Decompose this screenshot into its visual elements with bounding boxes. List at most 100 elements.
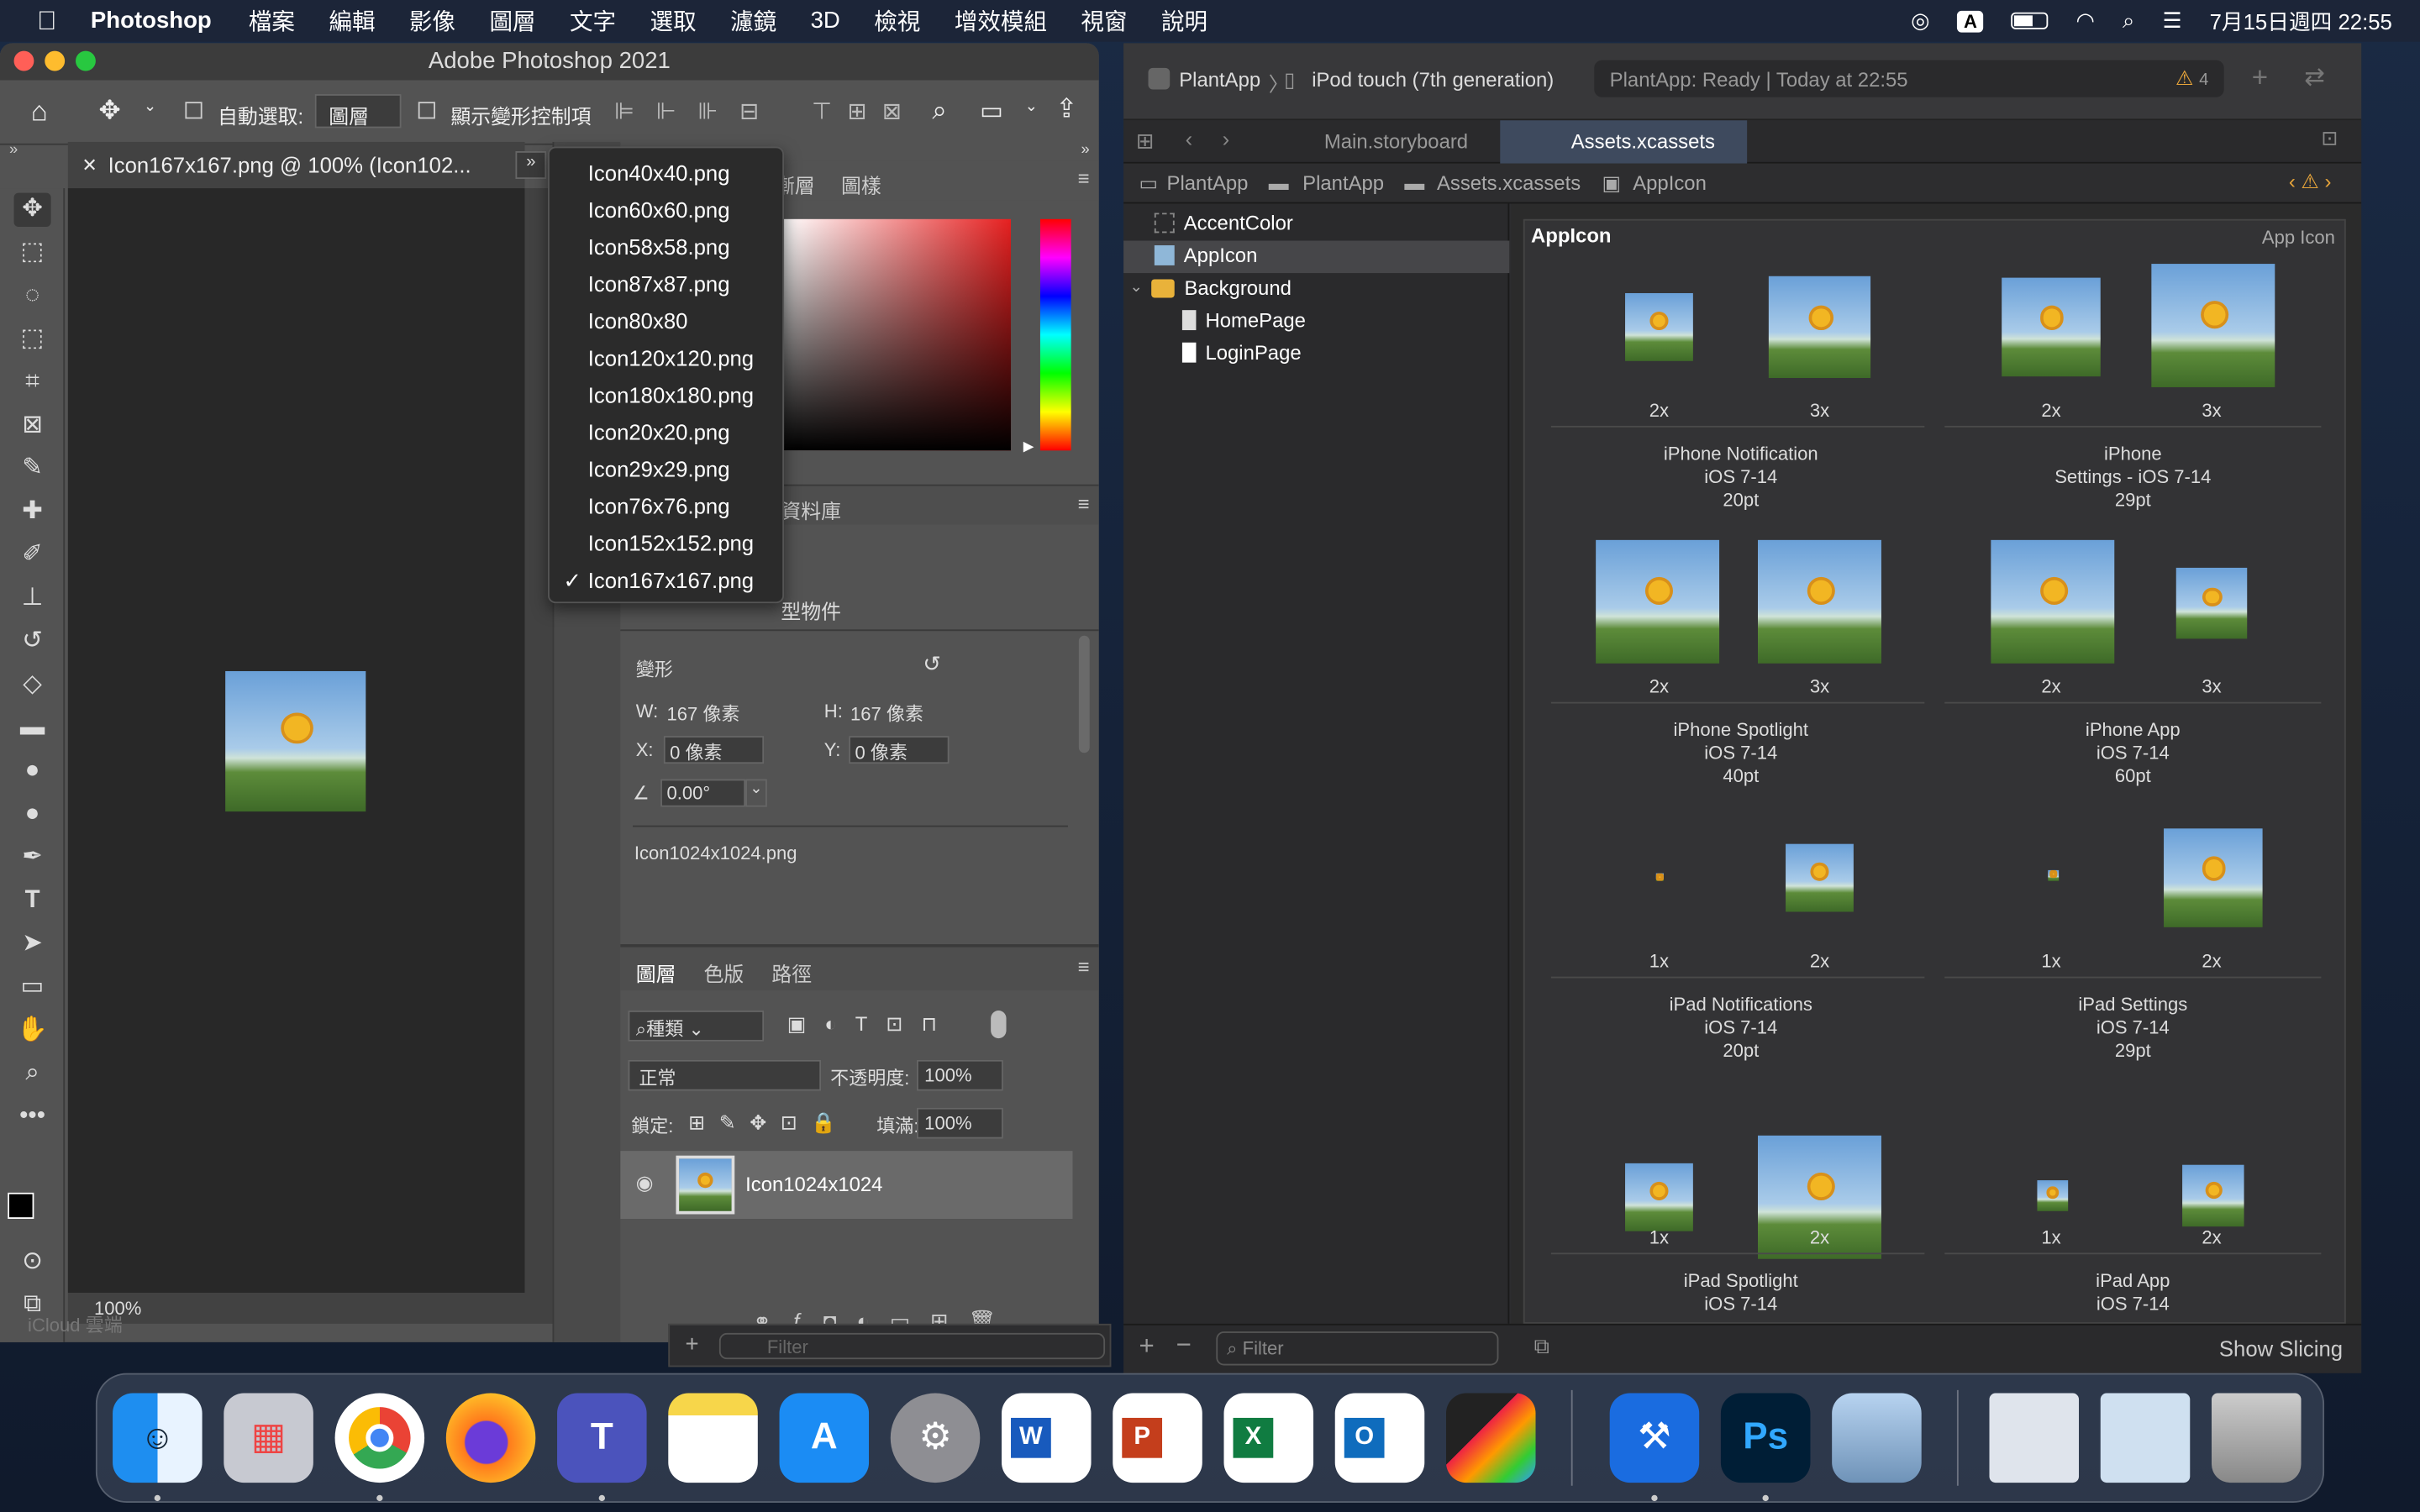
- healing-tool-icon[interactable]: ✚: [14, 496, 51, 529]
- menu-window[interactable]: 視窗: [1081, 5, 1127, 38]
- toggle-layout-icon[interactable]: ⇄: [2304, 61, 2325, 92]
- transform-controls-checkbox[interactable]: [418, 102, 435, 119]
- zoom-window-button[interactable]: [75, 50, 96, 71]
- menu-image[interactable]: 影像: [409, 5, 455, 38]
- gradient-tool-icon[interactable]: ▬: [14, 711, 51, 745]
- x-input[interactable]: 0 像素: [663, 736, 765, 764]
- trash-icon[interactable]: [2211, 1393, 2302, 1483]
- distribute-icons[interactable]: ⊤⊞⊠: [812, 97, 917, 125]
- apple-menu-icon[interactable]: : [37, 5, 56, 36]
- menu-app-name[interactable]: Photoshop: [91, 8, 212, 34]
- search-icon[interactable]: ⌕: [932, 96, 947, 127]
- properties-scrollbar[interactable]: [1078, 635, 1090, 753]
- split-editor-icon[interactable]: ⊡: [2321, 127, 2338, 151]
- navigator-filter-input[interactable]: ⌕ Filter: [1216, 1331, 1499, 1366]
- icon-slot-image[interactable]: [1596, 539, 1720, 664]
- auto-select-dropdown[interactable]: 圖層 ⌄: [314, 94, 402, 153]
- menu-3d[interactable]: 3D: [811, 8, 840, 34]
- add-icon[interactable]: +: [685, 1331, 698, 1357]
- menu-file[interactable]: 檔案: [249, 5, 295, 38]
- control-center-icon[interactable]: ☰: [2162, 8, 2181, 34]
- icon-slot-image[interactable]: [1625, 1163, 1693, 1231]
- opacity-input[interactable]: 100%: [916, 1059, 1003, 1091]
- close-window-button[interactable]: [13, 50, 34, 71]
- back-icon[interactable]: ‹: [1186, 127, 1193, 151]
- tab-assets[interactable]: Assets.xcassets: [1500, 120, 1748, 164]
- menu-view[interactable]: 檢視: [874, 5, 920, 38]
- menu-layer[interactable]: 圖層: [489, 5, 535, 38]
- remove-asset-icon[interactable]: −: [1176, 1330, 1192, 1361]
- path-select-tool-icon[interactable]: ➤: [14, 927, 51, 961]
- eyedropper-tool-icon[interactable]: ✎: [14, 452, 51, 486]
- reset-transform-icon[interactable]: ↺: [923, 651, 941, 677]
- move-tool-icon[interactable]: ✥: [13, 192, 51, 227]
- menu-select[interactable]: 選取: [650, 5, 697, 38]
- icon-slot-image[interactable]: [1655, 873, 1664, 881]
- pen-tool-icon[interactable]: ✒: [14, 841, 51, 874]
- icon-slot-image[interactable]: [2164, 828, 2263, 927]
- tab-channels[interactable]: 色版: [704, 958, 744, 988]
- hand-tool-icon[interactable]: ✋: [14, 1014, 51, 1047]
- panel-menu-icon[interactable]: ≡: [1078, 955, 1090, 979]
- dropdown-item[interactable]: Icon152x152.png: [588, 531, 754, 555]
- show-slicing-button[interactable]: Show Slicing: [2219, 1336, 2343, 1361]
- foreground-color-swatch[interactable]: [8, 1192, 34, 1219]
- menu-clock[interactable]: 7月15日週四 22:55: [2210, 5, 2392, 36]
- dropdown-item-selected[interactable]: Icon167x167.png: [588, 568, 754, 592]
- minimize-window-button[interactable]: [45, 50, 66, 71]
- outlook-icon[interactable]: O: [1334, 1393, 1425, 1483]
- menu-help[interactable]: 說明: [1161, 5, 1207, 38]
- width-value[interactable]: 167 像素: [666, 701, 739, 727]
- jump-item[interactable]: PlantApp: [1302, 171, 1384, 195]
- grid-icon[interactable]: ⊞: [1136, 128, 1155, 154]
- dropdown-item[interactable]: Icon58x58.png: [588, 234, 730, 259]
- y-input[interactable]: 0 像素: [849, 736, 950, 764]
- eye-icon[interactable]: ◉: [636, 1171, 654, 1195]
- chrome-icon[interactable]: [334, 1393, 425, 1483]
- nav-item-homepage[interactable]: HomePage: [1181, 308, 1306, 332]
- auto-select-checkbox[interactable]: [185, 102, 203, 119]
- powerpoint-icon[interactable]: P: [1113, 1393, 1202, 1483]
- eraser-tool-icon[interactable]: ◇: [14, 668, 51, 701]
- icon-slot-image[interactable]: [2002, 277, 2101, 377]
- nav-item-background[interactable]: ⌄ Background: [1129, 276, 1291, 300]
- tab-patterns[interactable]: 圖樣: [841, 170, 881, 199]
- tab-main-storyboard[interactable]: Main.storyboard: [1278, 120, 1494, 163]
- jump-item[interactable]: Assets.xcassets: [1437, 171, 1581, 195]
- close-tab-icon[interactable]: ✕: [82, 142, 97, 188]
- stamp-tool-icon[interactable]: ⊥: [14, 581, 51, 615]
- layer-filter-icons[interactable]: ▣◐T⊡⊓: [787, 1012, 955, 1037]
- layer-row[interactable]: ◉ Icon1024x1024: [620, 1151, 1073, 1219]
- fill-input[interactable]: 100%: [916, 1107, 1003, 1139]
- dropdown-item[interactable]: Icon80x80: [588, 308, 688, 333]
- layer-name[interactable]: Icon1024x1024: [745, 1173, 882, 1196]
- collapse-panels-icon[interactable]: »: [1081, 142, 1089, 159]
- icon-slot-image[interactable]: [1768, 276, 1871, 378]
- icon-slot-image[interactable]: [2048, 869, 2060, 881]
- tab-paths[interactable]: 路徑: [771, 958, 812, 988]
- frame-tool-icon[interactable]: ⊠: [14, 409, 51, 443]
- battery-icon[interactable]: [2011, 12, 2049, 29]
- dropdown-item[interactable]: Icon29x29.png: [588, 457, 730, 481]
- firefox-icon[interactable]: [445, 1393, 536, 1483]
- document-tab[interactable]: ✕ Icon167x167.png @ 100% (Icon102...: [67, 141, 525, 189]
- final-cut-pro-icon[interactable]: [1445, 1393, 1536, 1483]
- dropdown-item[interactable]: Icon40x40.png: [588, 160, 730, 185]
- menu-filter[interactable]: 濾鏡: [730, 5, 776, 38]
- angle-input[interactable]: 0.00°: [660, 779, 746, 807]
- angle-dropdown-icon[interactable]: ⌄: [745, 779, 767, 807]
- menu-type[interactable]: 文字: [570, 5, 616, 38]
- input-method-icon[interactable]: A: [1957, 9, 1984, 32]
- tab-libraries[interactable]: 資料庫: [781, 496, 841, 525]
- brush-tool-icon[interactable]: ✐: [14, 538, 51, 572]
- tab-layers[interactable]: 圖層: [636, 958, 676, 988]
- lock-icons[interactable]: ⊞✎✥⊡🔒: [688, 1110, 850, 1135]
- nav-item-appicon[interactable]: AppIcon: [1154, 244, 1257, 267]
- dropdown-item[interactable]: Icon20x20.png: [588, 420, 730, 444]
- dropdown-item[interactable]: Icon180x180.png: [588, 383, 754, 407]
- panel-menu-icon[interactable]: ≡: [1078, 492, 1090, 516]
- zoom-tool-icon[interactable]: ⌕: [14, 1057, 51, 1090]
- wifi-icon[interactable]: ◠: [2076, 8, 2095, 34]
- notes-icon[interactable]: [668, 1393, 758, 1483]
- icon-slot-image[interactable]: [1758, 539, 1881, 664]
